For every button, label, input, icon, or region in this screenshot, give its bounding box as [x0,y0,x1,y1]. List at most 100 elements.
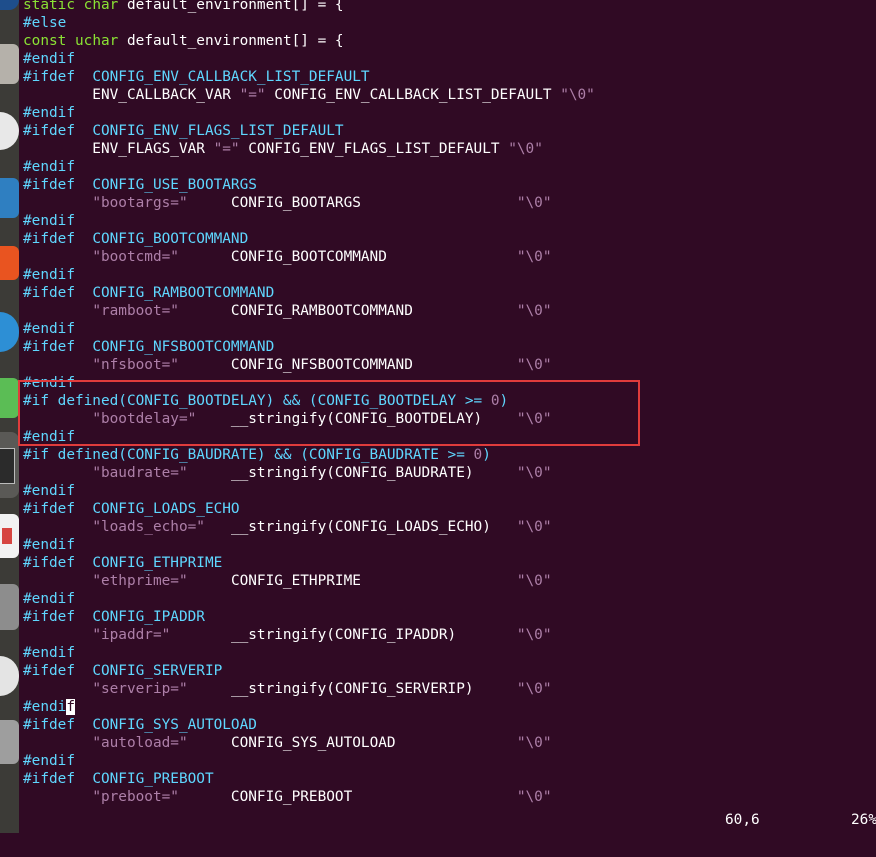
cursor-position: 60,6 [725,812,760,828]
calendar-icon[interactable] [0,514,19,558]
code-token: #endif [23,483,75,499]
code-line: #else [23,14,876,32]
chrome-icon[interactable] [0,112,19,150]
code-line: #ifdef CONFIG_PREBOOT [23,770,876,788]
text-cursor: f [66,699,75,715]
code-token: "bootdelay=" [92,411,197,427]
active-app-glyph [0,448,15,484]
code-token: CONFIG_ENV_FLAGS_LIST_DEFAULT [92,123,344,139]
code-line: ENV_FLAGS_VAR "=" CONFIG_ENV_FLAGS_LIST_… [23,140,876,158]
code-line: #ifdef CONFIG_LOADS_ECHO [23,500,876,518]
code-line: "ethprime=" CONFIG_ETHPRIME "\0" [23,572,876,590]
code-token: "ramboot=" [92,303,179,319]
terminal-icon[interactable] [0,0,19,10]
code-token: #ifdef [23,231,75,247]
code-line: #ifdef CONFIG_SERVERIP [23,662,876,680]
code-token: #endif [23,51,75,67]
code-line: "autoload=" CONFIG_SYS_AUTOLOAD "\0" [23,734,876,752]
code-token: "\0" [516,681,552,697]
calendar-mark [2,528,12,544]
code-line: "ramboot=" CONFIG_RAMBOOTCOMMAND "\0" [23,302,876,320]
code-line: "baudrate=" __stringify(CONFIG_BAUDRATE)… [23,464,876,482]
code-token: 0 [473,447,483,463]
code-token: "\0" [516,357,552,373]
code-token: CONFIG_NFSBOOTCOMMAND [92,339,275,355]
code-token: "=" [213,141,240,157]
code-token: #ifdef [23,285,75,301]
code-line: "ipaddr=" __stringify(CONFIG_IPADDR) "\0… [23,626,876,644]
code-line: #endif [23,644,876,662]
code-token: #ifdef [23,177,75,193]
code-token: CONFIG_SERVERIP [92,663,223,679]
code-token: CONFIG_PREBOOT [92,771,214,787]
editor-icon[interactable] [0,178,19,218]
code-token: #endif [23,645,75,661]
code-token: CONFIG_SYS_AUTOLOAD [187,735,517,751]
code-token: "\0" [516,465,552,481]
browser-icon[interactable] [0,312,19,352]
code-line: static char default_environment[] = { [23,0,876,14]
code-token: 0 [490,393,500,409]
code-line: #if defined(CONFIG_BAUDRATE) && (CONFIG_… [23,446,876,464]
code-token: #endif [23,159,75,175]
code-line: #ifdef CONFIG_USE_BOOTARGS [23,176,876,194]
code-token: ENV_FLAGS_VAR [23,141,214,157]
disk-icon[interactable] [0,656,19,696]
code-line: "bootdelay=" __stringify(CONFIG_BOOTDELA… [23,410,876,428]
code-line: ENV_CALLBACK_VAR "=" CONFIG_ENV_CALLBACK… [23,86,876,104]
code-token: CONFIG_ENV_CALLBACK_LIST_DEFAULT [265,87,561,103]
code-token: CONFIG_PREBOOT [178,789,517,805]
code-token: "\0" [516,249,552,265]
code-token: "bootcmd=" [92,249,179,265]
code-token: "\0" [516,519,552,535]
code-token: "\0" [516,627,552,643]
code-token: CONFIG_BOOTARGS [187,195,517,211]
code-token: default_environment[] = { [118,33,344,49]
settings-icon[interactable] [0,584,19,630]
vim-editor[interactable]: static char default_environment[] = {#el… [23,0,876,806]
files-icon[interactable] [0,44,19,84]
code-token: #endif [23,267,75,283]
code-token: CONFIG_ETHPRIME [187,573,517,589]
code-token: __stringify(CONFIG_SERVERIP) [187,681,517,697]
code-token: CONFIG_SYS_AUTOLOAD [92,717,257,733]
code-token: #ifdef [23,663,75,679]
code-line: #endif [23,266,876,284]
code-token: __stringify(CONFIG_BOOTDELAY) [196,411,517,427]
code-token: #endi [23,699,67,715]
code-line: "bootargs=" CONFIG_BOOTARGS "\0" [23,194,876,212]
code-token: #ifdef [23,555,75,571]
code-line: #endif [23,104,876,122]
software-icon[interactable] [0,246,19,280]
code-token: #endif [23,537,75,553]
trash-icon[interactable] [0,720,19,764]
code-token: "nfsboot=" [92,357,179,373]
active-app-icon[interactable] [0,432,19,498]
code-line: #endif [23,50,876,68]
code-token: #endif [23,753,75,769]
code-line: #ifdef CONFIG_ENV_CALLBACK_LIST_DEFAULT [23,68,876,86]
code-token: "\0" [560,87,595,103]
messaging-icon[interactable] [0,378,19,418]
code-token: CONFIG_IPADDR [92,609,205,625]
code-line: #ifdef CONFIG_IPADDR [23,608,876,626]
code-line: #endif [23,428,876,446]
code-token: "ipaddr=" [92,627,171,643]
code-line: #endif [23,482,876,500]
code-line: #endif [23,212,876,230]
code-token: const [23,33,67,49]
code-line: #endif [23,752,876,770]
code-line: #endif [23,590,876,608]
code-token: #if defined(CONFIG_BOOTDELAY) && (CONFIG… [23,393,491,409]
